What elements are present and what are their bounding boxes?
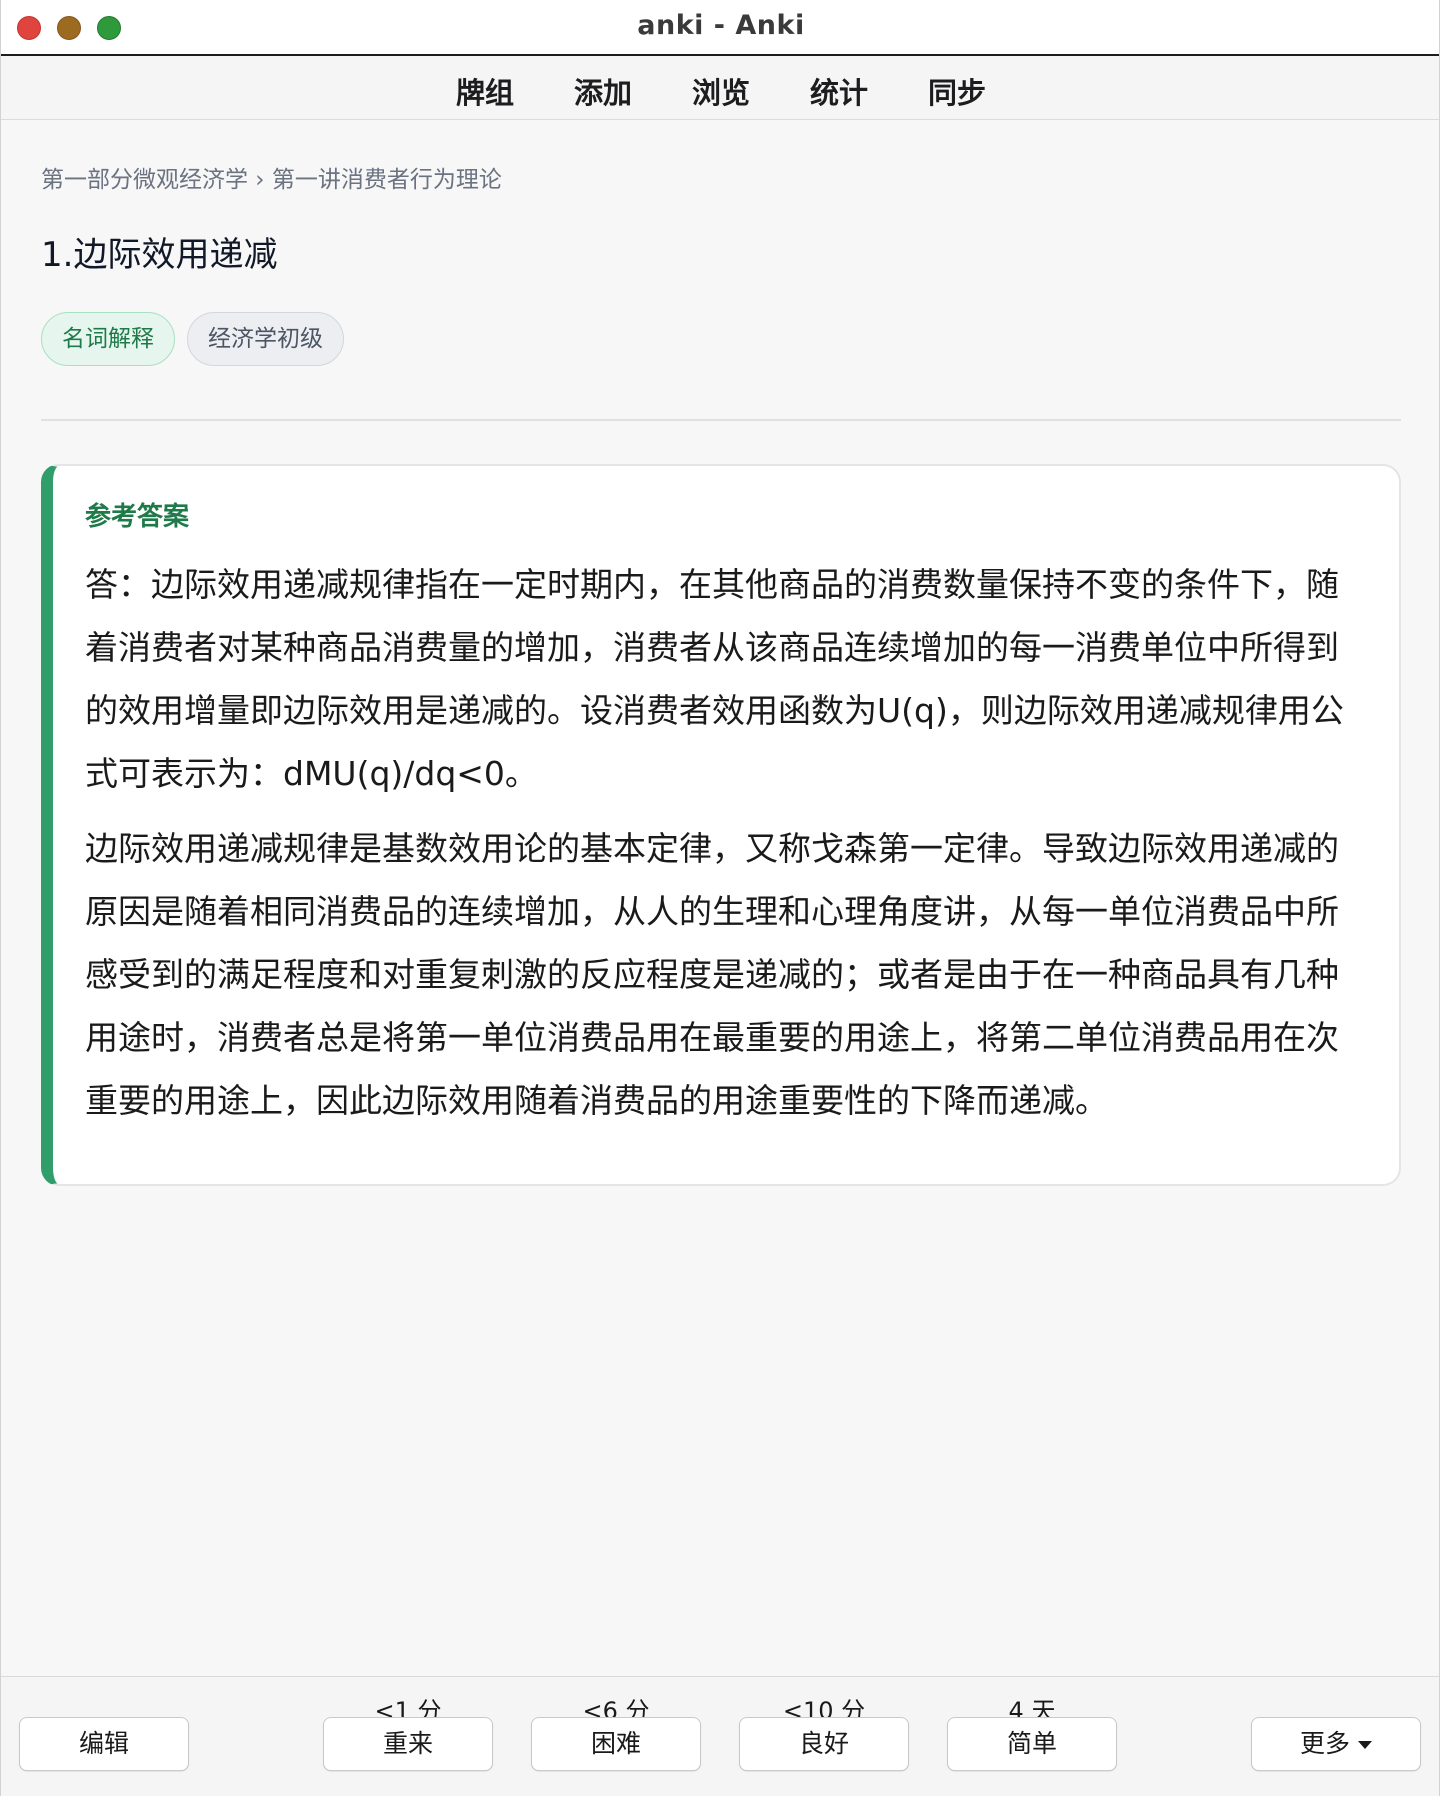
answer-card: 参考答案 答：边际效用递减规律指在一定时期内，在其他商品的消费数量保持不变的条件… [41,464,1401,1186]
tag-list: 名词解释 经济学初级 [41,312,344,366]
window-title: anki - Anki [637,10,805,41]
toolbar-sync[interactable]: 同步 [926,68,988,114]
tag-economics-beginner: 经济学初级 [187,312,344,366]
breadcrumb: 第一部分微观经济学 › 第一讲消费者行为理论 [41,167,502,193]
main-toolbar: 牌组 添加 浏览 统计 同步 [1,56,1439,120]
answer-paragraph: 边际效用递减规律是基数效用论的基本定律，又称戈森第一定律。导致边际效用递减的原因… [85,829,1339,1120]
review-bottom-bar: 编辑 <1 分 重来 <6 分 困难 <10 分 良好 4 天 简单 更多 [1,1676,1439,1796]
edit-button[interactable]: 编辑 [19,1717,189,1771]
hard-button[interactable]: 困难 [531,1717,701,1771]
answer-heading: 参考答案 [85,502,190,532]
toolbar-decks[interactable]: 牌组 [454,68,516,114]
tag-term-explanation: 名词解释 [41,312,175,366]
more-button[interactable]: 更多 [1251,1717,1421,1771]
easy-button[interactable]: 简单 [947,1717,1117,1771]
caret-down-icon [1358,1741,1372,1749]
divider [41,419,1401,421]
more-label: 更多 [1299,1729,1350,1758]
toolbar-add[interactable]: 添加 [572,68,634,114]
card-title: 1.边际效用递减 [41,235,278,275]
toolbar-browse[interactable]: 浏览 [690,68,752,114]
toolbar-stats[interactable]: 统计 [808,68,870,114]
answer-paragraph: 答：边际效用递减规律指在一定时期内，在其他商品的消费数量保持不变的条件下，随着消… [85,565,1344,793]
good-button[interactable]: 良好 [739,1717,909,1771]
anki-window: anki - Anki 牌组 添加 浏览 统计 同步 第一部分微观经济学 › 第… [0,0,1440,1796]
title-bar: anki - Anki [1,0,1439,56]
again-button[interactable]: 重来 [323,1717,493,1771]
